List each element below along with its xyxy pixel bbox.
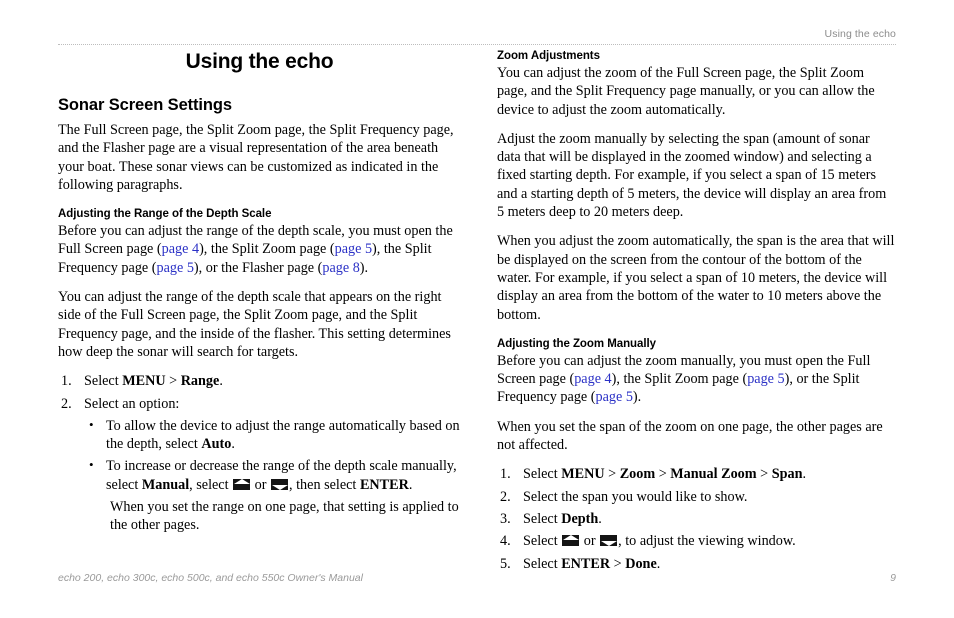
header-divider <box>58 44 896 46</box>
text-fragment: ). <box>632 389 642 406</box>
down-arrow-key-icon <box>271 478 289 490</box>
right-steps-list: 1. Select MENU > Zoom > Manual Zoom > Spa… <box>497 465 896 572</box>
xref-page-4[interactable]: page 4 <box>574 371 611 387</box>
bullet-bold-enter: ENTER <box>359 476 409 493</box>
step-bold-manual-zoom: Manual Zoom <box>670 466 757 483</box>
zoom-span-paragraph: When you set the span of the zoom on one… <box>497 418 883 454</box>
step-bold-span: Span <box>771 466 803 483</box>
step-text: Select an option: <box>84 395 180 412</box>
step-bold-zoom: Zoom <box>619 466 656 483</box>
bullet-period: . <box>231 436 235 453</box>
down-arrow-key-icon <box>600 535 618 547</box>
step-bold-menu: MENU <box>561 466 605 483</box>
step-number: 2. <box>61 395 72 412</box>
step-number: 2. <box>500 488 511 505</box>
up-arrow-key-icon <box>562 535 580 547</box>
zoom-paragraph-2: Adjust the zoom manually by selecting th… <box>497 130 887 221</box>
range-closing-paragraph: When you set the range on one page, that… <box>110 499 459 534</box>
section-title-zoom-adjustments: Zoom Adjustments <box>497 50 600 62</box>
step-number: 1. <box>61 373 72 390</box>
step-period: . <box>219 373 223 390</box>
depth-scale-paragraph: You can adjust the range of the depth sc… <box>58 289 451 360</box>
step-text: Select <box>84 373 123 390</box>
left-column: Using the echo Sonar Screen Settings The… <box>58 50 461 577</box>
step-separator: > <box>604 466 620 483</box>
bullet-period: . <box>408 476 413 493</box>
bullet-dot: • <box>89 457 94 473</box>
right-column: Zoom Adjustments You can adjust the zoom… <box>497 50 896 577</box>
list-item: 1. Select MENU > Range. <box>58 372 461 390</box>
bullet-text: or <box>251 476 271 493</box>
xref-page-4[interactable]: page 4 <box>162 241 199 257</box>
xref-page-5-b[interactable]: page 5 <box>156 260 193 276</box>
text-fragment: ), the Split Zoom page ( <box>611 371 748 388</box>
step-bold-range: Range <box>180 373 220 390</box>
document-page: Using the echo Using the echo Sonar Scre… <box>0 0 954 618</box>
xref-page-5-a[interactable]: page 5 <box>747 371 784 387</box>
page-columns: Using the echo Sonar Screen Settings The… <box>58 50 896 577</box>
step-text: Select <box>523 510 562 527</box>
footer-page-number: 9 <box>890 572 896 584</box>
step-text: or <box>580 533 600 550</box>
section-title-sonar-screen-settings: Sonar Screen Settings <box>58 96 232 114</box>
text-fragment: ), the Split Zoom page ( <box>199 241 335 258</box>
running-header: Using the echo <box>824 28 896 40</box>
step-separator: > <box>165 373 181 390</box>
step-bold-depth: Depth <box>561 510 599 527</box>
zoom-paragraph-3: When you adjust the zoom automatically, … <box>497 233 895 323</box>
subsection-intro-paragraph: Before you can adjust the range of the d… <box>58 222 461 277</box>
xref-page-8[interactable]: page 8 <box>322 260 359 276</box>
step-bold-menu: MENU <box>122 373 166 390</box>
list-item: 3. Select Depth. <box>497 510 896 528</box>
list-item: 4. Select or , to adjust the viewing wind… <box>497 532 896 550</box>
zoom-subsection-intro: Before you can adjust the zoom manually,… <box>497 352 896 407</box>
step-number: 3. <box>500 510 511 527</box>
bullet-bold-manual: Manual <box>141 476 190 493</box>
step-number: 1. <box>500 466 511 483</box>
bullet-text: , then select <box>289 476 360 493</box>
bullet-bold-auto: Auto <box>201 436 232 453</box>
list-item: 2. Select an option: • To allow the device… <box>58 395 461 535</box>
intro-paragraph: The Full Screen page, the Split Zoom pag… <box>58 122 454 193</box>
step-text: Select the span you would like to show. <box>523 488 748 505</box>
list-item: • To allow the device to adjust the range… <box>84 417 461 454</box>
list-item: 2. Select the span you would like to show… <box>497 488 896 506</box>
up-arrow-key-icon <box>233 478 251 490</box>
page-footer: echo 200, echo 300c, echo 500c, and echo… <box>58 570 896 586</box>
subsection-title-adjusting-range: Adjusting the Range of the Depth Scale <box>58 208 272 221</box>
text-fragment: ). <box>359 259 369 276</box>
xref-page-5-b[interactable]: page 5 <box>595 389 632 405</box>
option-bullets: • To allow the device to adjust the range… <box>84 417 461 494</box>
subsection-title-adjusting-zoom-manually: Adjusting the Zoom Manually <box>497 337 657 350</box>
list-item: 1. Select MENU > Zoom > Manual Zoom > Spa… <box>497 465 896 483</box>
bullet-dot: • <box>89 416 94 432</box>
list-item: • To increase or decrease the range of th… <box>84 457 461 494</box>
step-separator: > <box>756 466 772 483</box>
step-text: Select <box>523 466 562 483</box>
chapter-title: Using the echo <box>185 50 334 73</box>
step-period: . <box>802 466 807 483</box>
left-steps-list: 1. Select MENU > Range. 2. Select an optio… <box>58 372 461 534</box>
text-fragment: ), or the Flasher page ( <box>193 259 323 276</box>
zoom-paragraph-1: You can adjust the zoom of the Full Scre… <box>497 65 875 118</box>
footer-manual-title: echo 200, echo 300c, echo 500c, and echo… <box>58 572 363 584</box>
step-period: . <box>598 510 602 527</box>
step-text: Select <box>523 533 562 550</box>
bullet-text: To allow the device to adjust the range … <box>106 417 460 453</box>
bullet-text: , select <box>189 476 233 493</box>
step-number: 4. <box>500 533 511 550</box>
step-separator: > <box>655 466 671 483</box>
xref-page-5-a[interactable]: page 5 <box>335 241 372 257</box>
step-text: , to adjust the viewing window. <box>618 533 796 550</box>
